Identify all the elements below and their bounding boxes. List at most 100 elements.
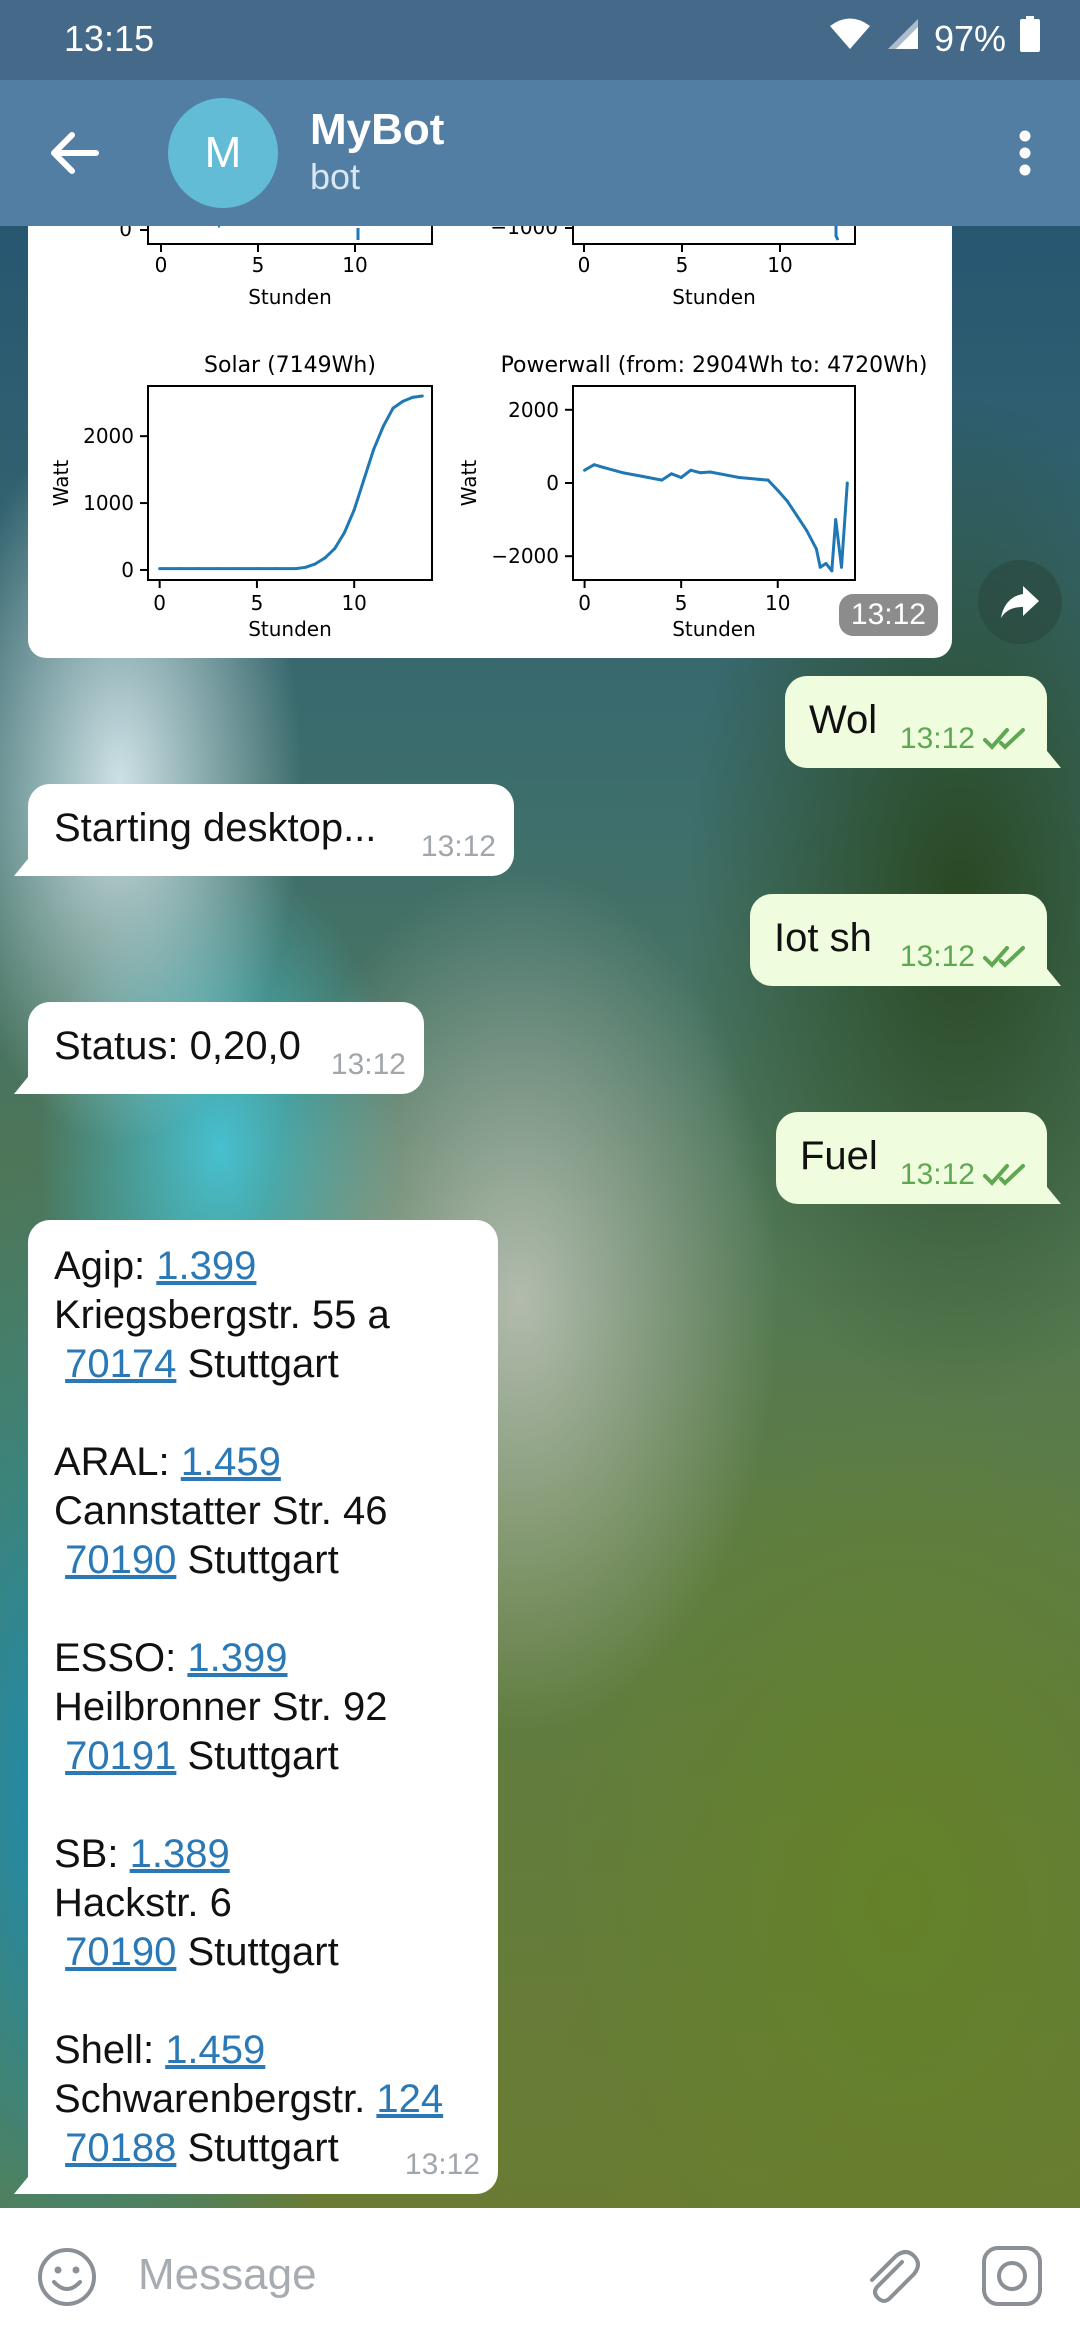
data-point (411, 395, 415, 399)
data-point (708, 470, 712, 474)
data-point (660, 478, 664, 482)
station-city: Stuttgart (187, 1734, 339, 1778)
photo-message-time: 13:12 (838, 594, 938, 636)
data-point (372, 448, 376, 452)
avatar[interactable]: M (168, 98, 278, 208)
price-link[interactable]: 1.389 (130, 1832, 230, 1876)
data-point (362, 478, 366, 482)
message-outgoing[interactable]: Iot sh 13:12 (750, 894, 1061, 986)
data-point (805, 529, 809, 533)
price-link[interactable]: 1.459 (165, 2028, 265, 2072)
more-vertical-icon (1019, 130, 1031, 176)
price-link[interactable]: 1.459 (181, 1440, 281, 1484)
series-line (583, 463, 849, 573)
photo-message[interactable]: 0 0 5 10 Stunden −1000 0 5 10 Stunden So… (28, 226, 952, 658)
message-outgoing[interactable]: Wol 13:12 (785, 676, 1061, 768)
chart-top-right-line (834, 226, 840, 241)
back-button[interactable] (30, 108, 120, 198)
zip-link[interactable]: 70188 (65, 2126, 176, 2170)
chart-solar-title: Solar (7149Wh) (204, 353, 376, 378)
paperclip-icon (870, 2250, 920, 2303)
data-point (621, 471, 625, 475)
x-tick-label: 10 (765, 591, 790, 615)
message-time: 13:12 (899, 940, 975, 973)
zip-link[interactable]: 70191 (65, 1734, 176, 1778)
message-time: 13:12 (899, 722, 975, 755)
chat-info[interactable]: MyBot bot (310, 104, 444, 198)
message-incoming[interactable]: Starting desktop... 13:12 (14, 784, 514, 876)
data-point (274, 567, 278, 571)
camera-button[interactable] (980, 2244, 1044, 2308)
fuel-station: ESSO: 1.399 Heilbronner Str. 92 70191 St… (54, 1634, 443, 1781)
zip-link[interactable]: 70174 (65, 1342, 176, 1386)
y-tick-label: 0 (546, 471, 559, 495)
message-text: Status: 0,20,0 (54, 1024, 301, 1068)
data-point (352, 508, 356, 512)
wifi-icon (828, 17, 872, 60)
data-point (679, 476, 683, 480)
fuel-station: ARAL: 1.459 Cannstatter Str. 46 70190 St… (54, 1438, 443, 1585)
menu-button[interactable] (990, 108, 1060, 198)
forward-button[interactable] (978, 560, 1062, 644)
message-input[interactable] (136, 2242, 800, 2308)
share-arrow-icon (1001, 586, 1039, 618)
chart-top-right-ytick-label: −1000 (490, 226, 558, 239)
smiley-icon (38, 2248, 96, 2306)
arrow-left-icon (51, 132, 99, 174)
message-meta: 13:12 (900, 940, 1029, 974)
message-input-bar (0, 2208, 1080, 2340)
chart-solar-ylabel: Watt (49, 460, 73, 507)
data-point (776, 488, 780, 492)
message-meta: 13:12 (900, 1158, 1029, 1192)
price-link[interactable]: 1.399 (187, 1636, 287, 1680)
data-point (304, 565, 308, 569)
data-point (323, 556, 327, 560)
chart-top-right-xtick-label: 10 (767, 253, 792, 277)
station-city: Stuttgart (187, 2126, 339, 2170)
data-point (602, 466, 606, 470)
emoji-button[interactable] (36, 2246, 98, 2308)
zip-link[interactable]: 70190 (65, 1538, 176, 1582)
data-point (641, 474, 645, 478)
data-point (845, 481, 849, 485)
station-name: ESSO: (54, 1636, 177, 1680)
chart-top-left-frame (147, 226, 433, 245)
message-fuel-prices[interactable]: Agip: 1.399 Kriegsbergstr. 55 a 70174 St… (14, 1220, 498, 2194)
message-outgoing[interactable]: Fuel 13:12 (776, 1112, 1061, 1204)
zip-link[interactable]: 70190 (65, 1930, 176, 1974)
chart-top-right-xlabel: Stunden (672, 285, 756, 309)
data-point (737, 476, 741, 480)
data-point (766, 478, 770, 482)
x-tick-label: 10 (341, 591, 366, 615)
data-point (592, 463, 596, 467)
chart-powerwall-frame (572, 385, 856, 581)
data-point (158, 567, 162, 571)
attach-button[interactable] (858, 2244, 922, 2308)
x-tick-label: 0 (578, 591, 591, 615)
data-point (342, 531, 346, 535)
price-link[interactable]: 1.399 (156, 1244, 256, 1288)
data-point (381, 424, 385, 428)
chat-screen: 13:15 97% M MyBot bot 0 0 5 10 Stunden −… (0, 0, 1080, 2340)
data-point (698, 471, 702, 475)
fuel-station: Shell: 1.459 Schwarenbergstr. 124 70188 … (54, 2026, 443, 2173)
chat-subtitle: bot (310, 156, 361, 197)
charts-image: 0 0 5 10 Stunden −1000 0 5 10 Stunden So… (49, 226, 927, 641)
message-text: Wol (809, 698, 878, 742)
battery-percent: 97% (933, 17, 1006, 59)
data-point (718, 472, 722, 476)
street-number-link[interactable]: 124 (376, 2077, 443, 2121)
data-point (795, 514, 799, 518)
fuel-list: Agip: 1.399 Kriegsbergstr. 55 a 70174 St… (54, 1242, 443, 2173)
message-incoming[interactable]: Status: 0,20,0 13:12 (14, 1002, 424, 1094)
chart-top-left-ytick-label: 0 (119, 226, 132, 241)
data-point (391, 406, 395, 410)
station-city: Stuttgart (187, 1538, 339, 1582)
chart-powerwall-xlabel: Stunden (672, 617, 756, 641)
data-point (830, 569, 834, 573)
data-point (216, 567, 220, 571)
station-name: SB: (54, 1832, 119, 1876)
station-street: Hackstr. 6 (54, 1881, 232, 1925)
fuel-station: Agip: 1.399 Kriegsbergstr. 55 a 70174 St… (54, 1242, 443, 1389)
x-tick-label: 5 (251, 591, 264, 615)
